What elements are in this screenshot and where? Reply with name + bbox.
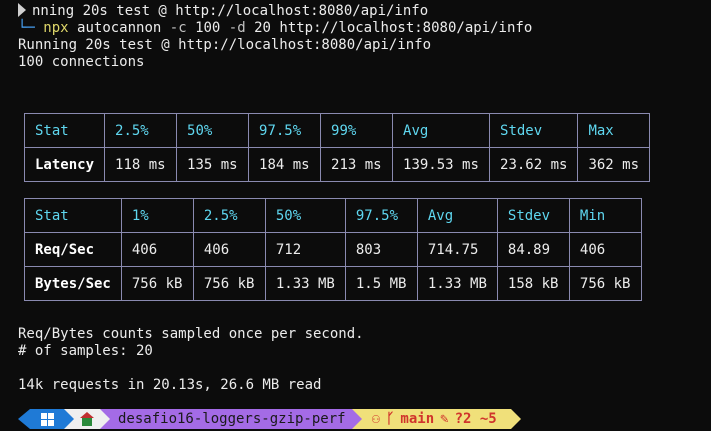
table-row: Latency 118 ms 135 ms 184 ms 213 ms 139.… [23, 147, 651, 182]
reqsec-cell: 406 [568, 232, 642, 267]
latency-header-cell: 2.5% [104, 113, 178, 148]
latency-cell: 139.53 ms [392, 147, 491, 182]
cmd-val-d: 20 [254, 20, 271, 36]
latency-header-cell: Stdev [489, 113, 579, 148]
reqsec-cell: 406 [120, 232, 194, 267]
bytessec-cell: 1.5 MB [344, 266, 418, 301]
latency-header-row: Stat 2.5% 50% 97.5% 99% Avg Stdev Max [23, 113, 651, 148]
output-line-3: Running 20s test @ http://localhost:8080… [18, 37, 432, 53]
segment-separator [351, 409, 362, 429]
home-icon [80, 412, 94, 426]
github-icon: ⚇ [371, 411, 381, 427]
prompt-corner: └─ [18, 20, 35, 36]
throughput-header-cell: Avg [416, 198, 498, 233]
latency-header-cell: 50% [176, 113, 250, 148]
table-row: Req/Sec 406 406 712 803 714.75 84.89 406 [24, 232, 642, 267]
cmd-flag-d: -d [228, 20, 246, 36]
output-line-4: 100 connections [18, 54, 145, 70]
latency-cell: 213 ms [320, 147, 394, 182]
latency-header-cell: 99% [320, 113, 394, 148]
latency-cell: 23.62 ms [489, 147, 579, 182]
latency-header-cell: 97.5% [248, 113, 322, 148]
latency-cell: 135 ms [176, 147, 250, 182]
bar-end-cap [510, 409, 521, 429]
bytessec-cell: 756 kB [120, 266, 194, 301]
reqsec-row-label: Req/Sec [24, 232, 122, 267]
bytessec-cell: 756 kB [192, 266, 266, 301]
throughput-header-row: Stat 1% 2.5% 50% 97.5% Avg Stdev Min [24, 198, 642, 233]
table-row: Bytes/Sec 756 kB 756 kB 1.33 MB 1.5 MB 1… [24, 266, 642, 301]
reqsec-cell: 714.75 [416, 232, 498, 267]
latency-header-cell: Stat [23, 113, 106, 148]
windows-icon [40, 412, 54, 426]
home-segment [74, 409, 100, 429]
reqsec-cell: 406 [192, 232, 266, 267]
branch-icon: ᚴ [386, 411, 395, 427]
latency-cell: 184 ms [248, 147, 322, 182]
latency-header-cell: Avg [392, 113, 491, 148]
git-changes: ?2 ~5 [454, 411, 497, 427]
latency-header-cell: Max [577, 113, 651, 148]
bytessec-cell: 756 kB [568, 266, 642, 301]
branch-name: main [400, 411, 435, 427]
summary-line: 14k requests in 20.13s, 26.6 MB read [18, 377, 322, 393]
throughput-header-cell: 2.5% [192, 198, 266, 233]
cmd-tool: autocannon [77, 20, 162, 36]
throughput-header-cell: 1% [120, 198, 194, 233]
bytessec-cell: 1.33 MB [264, 266, 346, 301]
cmd-flag-c: -c [169, 20, 187, 36]
reqsec-cell: 803 [344, 232, 418, 267]
reqsec-cell: 84.89 [496, 232, 570, 267]
bar-start-cap [18, 409, 30, 429]
latency-row-label: Latency [23, 147, 106, 182]
cmd-url: http://localhost:8080/api/info [279, 20, 533, 36]
bytessec-cell: 158 kB [496, 266, 570, 301]
throughput-header-cell: 97.5% [344, 198, 418, 233]
prompt-status-bar: desafio16-loggers-gzip-perf ⚇ ᚴ main ✎ ?2 … [18, 409, 521, 429]
path-segment: desafio16-loggers-gzip-perf [110, 409, 352, 429]
sampling-note: Req/Bytes counts sampled once per second… [18, 326, 364, 342]
reqsec-cell: 712 [264, 232, 346, 267]
segment-separator [100, 409, 110, 429]
output-line-1: nning 20s test @ http://localhost:8080/a… [18, 3, 428, 20]
throughput-table: Stat 1% 2.5% 50% 97.5% Avg Stdev Min Req… [24, 198, 642, 301]
latency-cell: 118 ms [104, 147, 178, 182]
command-line: └─ npx autocannon -c 100 -d 20 http://lo… [18, 20, 532, 37]
latency-table: Stat 2.5% 50% 97.5% 99% Avg Stdev Max La… [23, 113, 651, 182]
throughput-header-cell: Stdev [496, 198, 570, 233]
windows-segment [30, 409, 64, 429]
samples-count: # of samples: 20 [18, 343, 153, 359]
edit-icon: ✎ [440, 411, 449, 427]
latency-cell: 362 ms [577, 147, 651, 182]
throughput-header-cell: Stat [24, 198, 122, 233]
git-segment: ⚇ ᚴ main ✎ ?2 ~5 [361, 409, 511, 429]
current-directory: desafio16-loggers-gzip-perf [118, 411, 346, 427]
segment-separator [64, 409, 74, 429]
throughput-header-cell: Min [568, 198, 642, 233]
throughput-header-cell: 50% [264, 198, 346, 233]
bytessec-cell: 1.33 MB [416, 266, 498, 301]
prompt-triangle-icon [18, 3, 26, 17]
cmd-val-c: 100 [195, 20, 221, 36]
bytessec-row-label: Bytes/Sec [24, 266, 122, 301]
cmd-npx: npx [43, 20, 69, 36]
